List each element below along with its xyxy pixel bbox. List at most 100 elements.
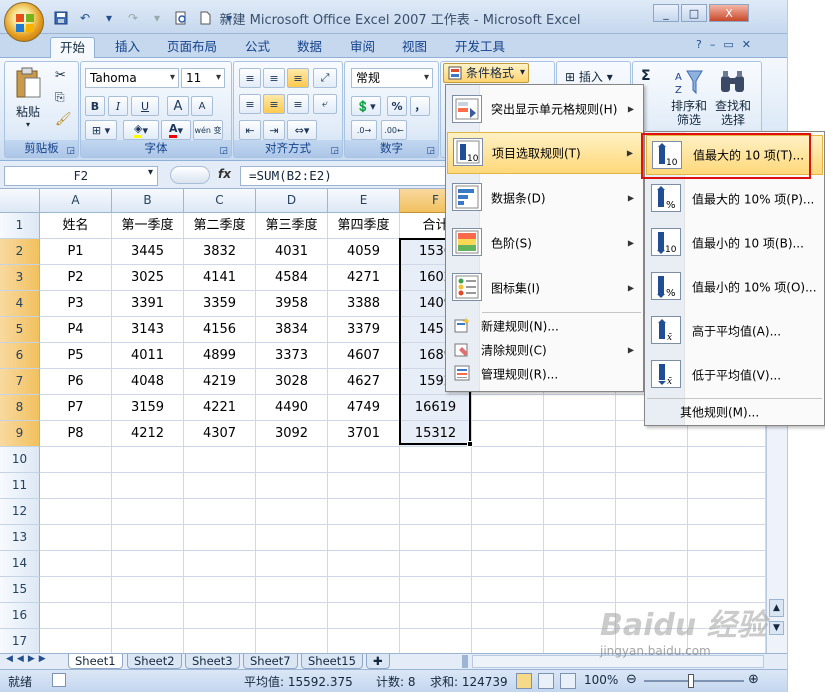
fill-color-button[interactable]: ◈ ▾ [123,120,159,140]
menu-item-more-rules[interactable]: 其他规则(M)... [646,400,823,424]
menu-item-highlight-cells[interactable]: 突出显示单元格规则(H) ▶ [447,89,642,129]
empty-cell[interactable] [328,447,400,473]
data-cell[interactable]: 3379 [328,317,400,343]
restore-icon[interactable]: ▭ [723,38,733,51]
row-header[interactable]: 16 [0,603,40,629]
redo-icon[interactable]: ↷ [124,9,142,27]
data-cell[interactable]: 3388 [328,291,400,317]
dialog-launcher-icon[interactable]: ◲ [219,143,228,159]
maximize-button[interactable]: □ [681,4,707,22]
empty-cell[interactable] [112,525,184,551]
empty-cell[interactable] [184,603,256,629]
empty-cell[interactable] [472,525,544,551]
data-cell[interactable]: 4749 [328,395,400,421]
autosum-button[interactable]: Σ [641,68,651,84]
data-cell[interactable]: 4048 [112,369,184,395]
dialog-launcher-icon[interactable]: ◲ [330,143,339,159]
empty-cell[interactable] [112,447,184,473]
insert-function-icon[interactable]: fx [218,167,231,181]
italic-button[interactable]: I [108,96,128,116]
menu-item-new-rule[interactable]: 新建规则(N)... [447,314,642,338]
data-cell[interactable]: P3 [40,291,112,317]
empty-cell[interactable] [400,629,472,653]
close-icon[interactable]: ✕ [742,38,751,51]
data-cell[interactable]: 3832 [184,239,256,265]
row-header[interactable]: 14 [0,551,40,577]
data-cell[interactable]: 3092 [256,421,328,447]
data-cell[interactable]: 3391 [112,291,184,317]
tab-data[interactable]: 数据 [288,37,331,58]
empty-cell[interactable] [112,473,184,499]
percent-button[interactable]: % [387,96,407,116]
data-cell[interactable]: 4141 [184,265,256,291]
data-cell[interactable]: 3359 [184,291,256,317]
tab-splitter[interactable] [462,655,468,668]
underline-button[interactable]: U [131,96,159,116]
empty-cell[interactable] [40,499,112,525]
data-cell[interactable]: 4307 [184,421,256,447]
empty-cell[interactable] [112,629,184,653]
empty-cell[interactable] [616,473,688,499]
empty-cell[interactable] [112,603,184,629]
empty-cell[interactable] [544,447,616,473]
data-cell[interactable]: P6 [40,369,112,395]
sort-filter-button[interactable]: AZ 排序和 筛选 [669,68,709,127]
tab-insert[interactable]: 插入 [106,37,149,58]
borders-button[interactable]: ⊞ ▾ [85,120,117,140]
font-name-select[interactable]: Tahoma [85,68,179,88]
empty-cell[interactable] [184,551,256,577]
data-cell[interactable]: 4212 [112,421,184,447]
increase-indent-icon[interactable]: ⇥ [263,120,285,140]
empty-cell[interactable] [472,447,544,473]
data-cell[interactable]: 3025 [112,265,184,291]
empty-cell[interactable] [184,525,256,551]
data-cell[interactable]: 4031 [256,239,328,265]
grow-font-button[interactable]: A [167,96,189,116]
data-cell[interactable]: 4011 [112,343,184,369]
empty-cell[interactable] [40,603,112,629]
dialog-launcher-icon[interactable]: ◲ [66,143,75,159]
data-cell[interactable]: P5 [40,343,112,369]
tab-home[interactable]: 开始 [50,37,96,58]
sheet-tab[interactable]: Sheet7 [243,654,298,669]
empty-cell[interactable] [616,499,688,525]
header-cell[interactable]: 第一季度 [112,213,184,239]
column-header[interactable]: C [184,189,256,213]
data-cell[interactable]: 4627 [328,369,400,395]
data-cell[interactable]: 3701 [328,421,400,447]
zoom-out-icon[interactable]: ⊖ [626,672,637,687]
insert-cells-button[interactable]: ⊞ 插入 ▾ [565,68,613,85]
empty-cell[interactable] [688,473,766,499]
row-header[interactable]: 9 [0,421,40,447]
decrease-decimal-icon[interactable]: .00← [381,120,407,140]
tab-page-layout[interactable]: 页面布局 [158,37,226,58]
empty-cell[interactable] [256,447,328,473]
column-header[interactable]: A [40,189,112,213]
empty-cell[interactable] [688,525,766,551]
zoom-slider[interactable] [644,680,744,682]
row-header[interactable]: 10 [0,447,40,473]
align-left-icon[interactable]: ≡ [239,94,261,114]
empty-cell[interactable] [256,577,328,603]
empty-cell[interactable] [184,629,256,653]
data-cell[interactable]: 3958 [256,291,328,317]
empty-cell[interactable] [256,551,328,577]
chevron-down-icon[interactable]: ▾ [100,9,118,27]
menu-item-color-scales[interactable]: 色阶(S) ▶ [447,222,642,264]
row-header[interactable]: 8 [0,395,40,421]
currency-icon[interactable]: 💲▾ [351,96,381,116]
zoom-slider-thumb[interactable] [688,674,694,688]
empty-cell[interactable] [400,525,472,551]
empty-cell[interactable] [328,525,400,551]
empty-cell[interactable] [544,421,616,447]
zoom-level[interactable]: 100% [584,673,618,687]
insert-sheet-icon[interactable]: ✚ [366,654,390,669]
empty-cell[interactable] [472,421,544,447]
data-cell[interactable]: 3445 [112,239,184,265]
menu-item-bottom-10-percent[interactable]: % 值最小的 10% 项(O)... [646,267,823,307]
menu-item-top-bottom-rules[interactable]: 10 项目选取规则(T) ▶ [447,132,642,174]
find-select-button[interactable]: 查找和 选择 [711,68,755,127]
close-button[interactable]: X [709,4,749,22]
undo-icon[interactable]: ↶ [76,9,94,27]
tab-view[interactable]: 视图 [393,37,436,58]
